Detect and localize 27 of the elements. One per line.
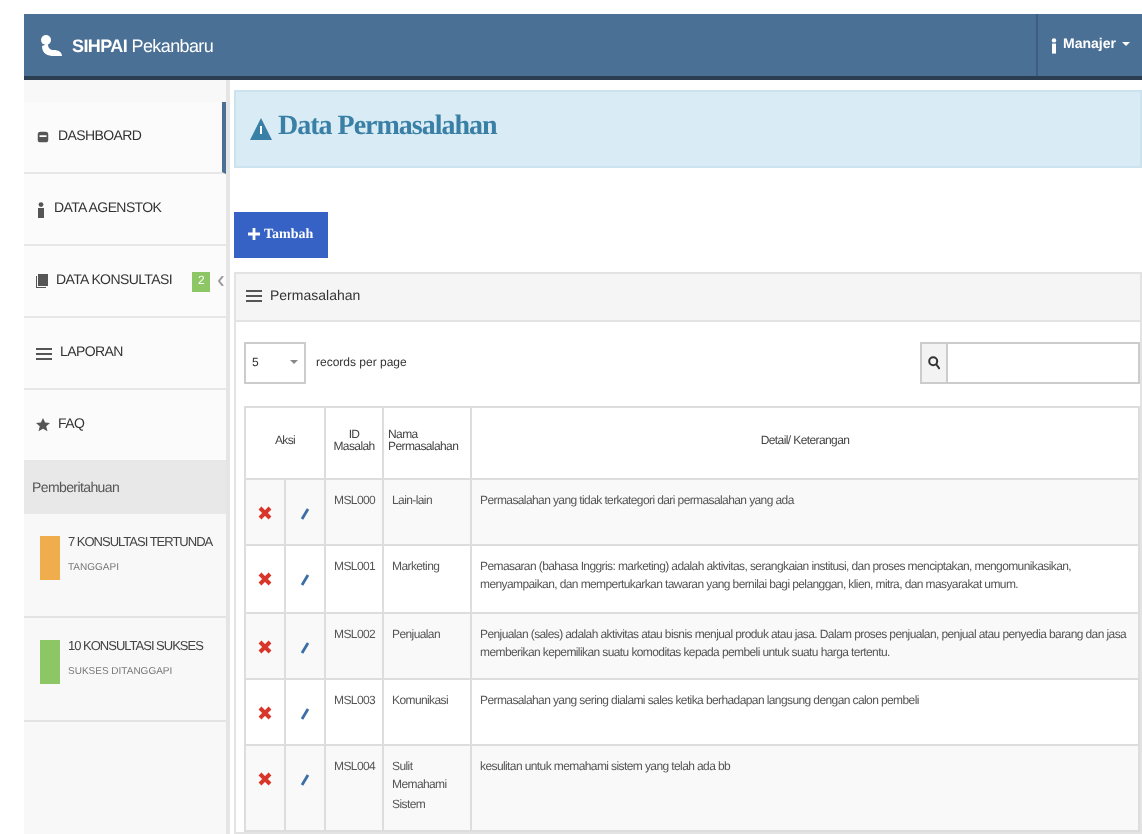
delete-icon[interactable]	[258, 505, 272, 520]
search-field[interactable]	[920, 342, 1140, 385]
delete-icon[interactable]	[258, 571, 272, 586]
pencil-icon[interactable]	[300, 641, 310, 654]
person-icon	[1049, 37, 1058, 53]
page-title: Data Permasalahan	[278, 112, 497, 145]
search-icon	[928, 356, 940, 371]
delete-icon[interactable]	[258, 706, 272, 721]
caret-icon	[290, 360, 298, 367]
caret-icon	[1122, 42, 1130, 48]
delete-icon[interactable]	[258, 639, 272, 654]
pencil-icon[interactable]	[300, 774, 310, 787]
list-icon	[246, 290, 262, 303]
pencil-icon[interactable]	[300, 573, 310, 586]
plus-icon	[248, 228, 260, 241]
dashboard-icon	[36, 130, 50, 144]
brand-title[interactable]: SIHPAI Pekanbaru	[40, 33, 214, 57]
list-icon	[36, 347, 52, 359]
pencil-icon[interactable]	[300, 708, 310, 721]
chevron-icon	[218, 276, 225, 286]
star-icon	[36, 418, 50, 432]
pencil-icon[interactable]	[300, 507, 310, 520]
warning-icon	[250, 117, 272, 140]
logo-icon	[40, 33, 64, 57]
person-icon	[36, 201, 46, 217]
book-icon	[36, 274, 48, 288]
delete-icon[interactable]	[258, 772, 272, 787]
